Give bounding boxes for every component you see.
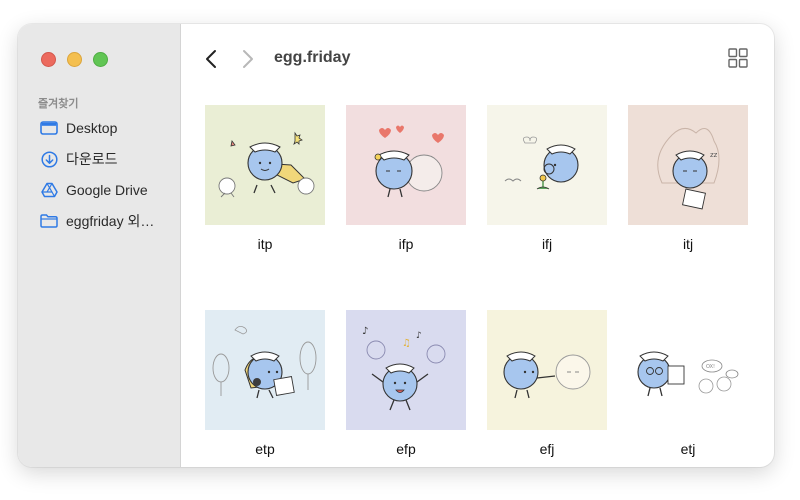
google-drive-icon: [40, 181, 58, 199]
file-item[interactable]: efj: [487, 310, 607, 459]
favorites-section-title: 즐겨찾기: [38, 98, 79, 110]
sidebar-item-eggfriday[interactable]: eggfriday 외…: [40, 209, 154, 233]
file-thumbnail: ♪ ♫ ♪: [346, 310, 466, 430]
sidebar: 즐겨찾기 Desktop 다운로드 Google Drive eggfriday…: [18, 24, 181, 467]
file-item[interactable]: ifp: [346, 105, 466, 254]
main-content: egg.friday itp ifp ifj zz itj etp ♪ ♫ ♪ …: [181, 24, 774, 467]
zoom-window-button[interactable]: [93, 52, 108, 67]
window-controls: [41, 52, 108, 67]
sidebar-item-desktop[interactable]: Desktop: [40, 116, 117, 140]
file-thumbnail: [205, 105, 325, 225]
download-icon: [40, 150, 58, 168]
file-name: efp: [396, 441, 416, 457]
svg-text:♪: ♪: [416, 331, 422, 341]
file-item[interactable]: zz itj: [628, 105, 748, 254]
svg-text:zz: zz: [710, 151, 718, 159]
minimize-window-button[interactable]: [67, 52, 82, 67]
file-item[interactable]: ♪ ♫ ♪ efp: [346, 310, 466, 459]
sidebar-item-label: 다운로드: [66, 151, 118, 167]
finder-window: 즐겨찾기 Desktop 다운로드 Google Drive eggfriday…: [18, 24, 774, 467]
back-button[interactable]: [201, 48, 221, 70]
file-name: etj: [680, 441, 696, 457]
file-item[interactable]: ifj: [487, 105, 607, 254]
file-name: ifj: [541, 236, 553, 252]
file-thumbnail: zz: [628, 105, 748, 225]
sidebar-item-label: Desktop: [66, 120, 118, 136]
file-thumbnail: [487, 105, 607, 225]
file-name: etp: [255, 441, 275, 457]
file-thumbnail: [205, 310, 325, 430]
file-thumbnail: [346, 105, 466, 225]
file-grid: itp ifp ifj zz itj etp ♪ ♫ ♪ efp efj OX!…: [205, 105, 748, 459]
file-name: itp: [257, 236, 273, 252]
view-mode-button[interactable]: [728, 48, 750, 70]
file-item[interactable]: OX! etj: [628, 310, 748, 459]
desktop-icon: [40, 119, 58, 137]
svg-text:OX!: OX!: [706, 364, 715, 370]
file-item[interactable]: etp: [205, 310, 325, 459]
file-name: itj: [682, 236, 694, 252]
file-name: efj: [539, 441, 555, 457]
chevron-right-icon: [243, 50, 253, 68]
sidebar-item-label: eggfriday 외…: [66, 213, 155, 229]
folder-icon: [40, 212, 58, 230]
forward-button[interactable]: [238, 48, 258, 70]
file-item[interactable]: itp: [205, 105, 325, 254]
toolbar: egg.friday: [181, 24, 774, 94]
file-thumbnail: OX!: [628, 310, 748, 430]
chevron-left-icon: [206, 50, 216, 68]
sidebar-item-google-drive[interactable]: Google Drive: [40, 178, 148, 202]
sidebar-item-downloads[interactable]: 다운로드: [40, 147, 118, 171]
file-name: ifp: [398, 236, 414, 252]
svg-text:♫: ♫: [402, 338, 411, 349]
svg-text:♪: ♪: [362, 326, 368, 337]
sidebar-item-label: Google Drive: [66, 182, 148, 198]
file-thumbnail: [487, 310, 607, 430]
folder-title: egg.friday: [274, 49, 351, 66]
grid-view-icon: [728, 48, 748, 68]
close-window-button[interactable]: [41, 52, 56, 67]
